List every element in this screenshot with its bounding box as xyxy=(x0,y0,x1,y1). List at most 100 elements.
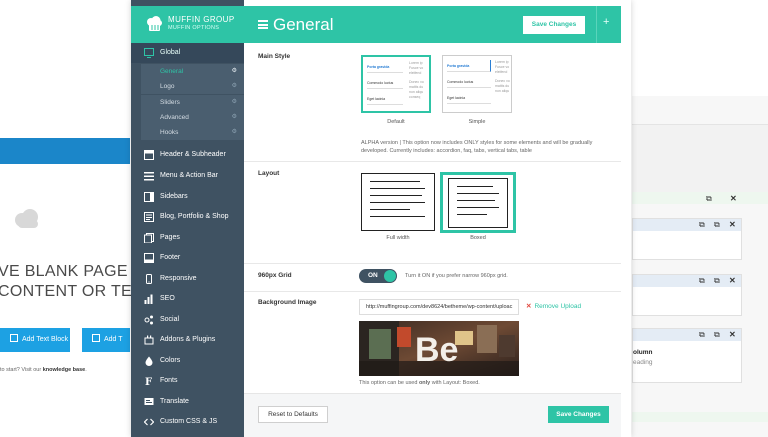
mini-tab-item: Eget lacinia xyxy=(447,92,491,104)
background-image-url-input[interactable]: http://muffingroup.com/dev8624/betheme/w… xyxy=(359,299,519,315)
layout-caption-full-width: Full width xyxy=(386,235,410,241)
theme-options-panel: MUFFIN GROUP MUFFIN OPTIONS Global Gener… xyxy=(131,0,631,437)
brand-title: MUFFIN GROUP xyxy=(168,15,235,24)
sidebar-icon xyxy=(144,192,154,202)
footer-icon xyxy=(144,253,154,263)
window-icon xyxy=(144,48,154,58)
sidebar-item-label: Global xyxy=(160,49,181,56)
sidebar-item-social[interactable]: Social xyxy=(131,310,244,330)
sidebar-item-sidebars[interactable]: Sidebars xyxy=(131,187,244,207)
options-sidebar: MUFFIN GROUP MUFFIN OPTIONS Global Gener… xyxy=(131,0,244,437)
builder-row-bg xyxy=(632,124,768,192)
sidebar-subitem-sliders[interactable]: Sliders ⚙ xyxy=(141,95,244,110)
layout-option-boxed[interactable] xyxy=(440,172,516,233)
copy-icon[interactable]: ⧉ xyxy=(714,276,720,286)
edit-icon[interactable]: ⧉ xyxy=(699,330,705,340)
grid-toggle[interactable]: ON xyxy=(359,269,397,283)
layout-option-full-width[interactable] xyxy=(361,173,435,231)
builder-row-strip xyxy=(632,412,768,422)
gear-icon: ⚙ xyxy=(231,129,237,135)
text-block-icon xyxy=(10,334,18,342)
column-subtitle: eading xyxy=(633,359,653,366)
sidebar-subitem-general[interactable]: General ⚙ xyxy=(141,64,244,79)
header-icon xyxy=(144,150,154,160)
gear-icon: ⚙ xyxy=(231,68,237,74)
builder-row-strip xyxy=(632,192,768,204)
plugin-icon xyxy=(144,335,154,345)
sidebar-item-pages[interactable]: Pages xyxy=(131,228,244,248)
pages-icon xyxy=(144,233,154,243)
plus-icon[interactable]: + xyxy=(603,16,609,28)
add-text-block-button[interactable]: Add Text Block xyxy=(0,328,70,352)
options-header: General Save Changes + xyxy=(244,6,621,43)
style-caption-simple: Simple xyxy=(468,119,486,125)
template-icon xyxy=(92,334,100,342)
close-icon[interactable]: ✕ xyxy=(729,330,736,340)
builder-top-bar xyxy=(0,138,130,164)
background-image-preview: Be xyxy=(359,321,519,376)
edit-icon[interactable]: ⧉ xyxy=(699,276,705,286)
sidebar-item-global[interactable]: Global xyxy=(131,43,244,63)
sidebar-item-fonts[interactable]: F Fonts xyxy=(131,371,244,391)
headline-line-1: VE BLANK PAGE xyxy=(0,263,128,280)
header-divider xyxy=(596,6,597,43)
sidebar-item-colors[interactable]: Colors xyxy=(131,351,244,371)
sidebar-item-blog-portfolio-shop[interactable]: Blog, Portfolio & Shop xyxy=(131,207,244,227)
style-option-default[interactable]: Porta gravida Commodo luctus Eget lacini… xyxy=(361,55,431,113)
sidebar-item-addons-plugins[interactable]: Addons & Plugins xyxy=(131,330,244,350)
column-header xyxy=(633,219,741,231)
copy-icon[interactable]: ⧉ xyxy=(706,194,712,204)
mini-tab-item: Commodo luctus xyxy=(367,77,403,89)
style-option-simple[interactable]: Porta gravida Commodo luctus Eget lacini… xyxy=(442,55,512,113)
sidebar-subitem-logo[interactable]: Logo ⚙ xyxy=(141,79,244,94)
hamburger-icon[interactable] xyxy=(258,20,268,29)
grid-label: 960px Grid xyxy=(258,272,292,279)
layout-caption-boxed: Boxed xyxy=(470,235,486,241)
section-divider xyxy=(244,263,621,264)
sidebar-item-menu-action-bar[interactable]: Menu & Action Bar xyxy=(131,166,244,186)
knowledge-base-link[interactable]: knowledge base xyxy=(43,367,86,373)
builder-column: ⧉ ⧉ ✕ xyxy=(632,274,742,316)
palette-icon xyxy=(145,356,153,366)
gear-icon: ⚙ xyxy=(231,83,237,89)
reset-to-defaults-button[interactable]: Reset to Defaults xyxy=(258,406,328,423)
headline-line-2: CONTENT OR TEM xyxy=(0,283,146,300)
grid-help: Turn it ON if you prefer narrow 960px gr… xyxy=(405,273,508,279)
blog-icon xyxy=(144,212,154,222)
add-template-button[interactable]: Add T xyxy=(82,328,130,352)
remove-icon: ✕ xyxy=(526,303,532,310)
copy-icon[interactable]: ⧉ xyxy=(714,220,720,230)
sidebar-subitem-advanced[interactable]: Advanced ⚙ xyxy=(141,110,244,125)
edit-icon[interactable]: ⧉ xyxy=(699,220,705,230)
svg-text:F: F xyxy=(145,377,152,386)
toggle-knob xyxy=(384,270,396,282)
mini-tab-item: Eget lacinia xyxy=(367,93,403,105)
builder-column: ⧉ ⧉ ✕ xyxy=(632,218,742,260)
sidebar-item-custom-css-js[interactable]: Custom CSS & JS xyxy=(131,412,244,432)
close-icon[interactable]: ✕ xyxy=(729,276,736,286)
sidebar-subitem-hooks[interactable]: Hooks ⚙ xyxy=(141,125,244,140)
sidebar-item-translate[interactable]: Translate xyxy=(131,392,244,412)
close-icon[interactable]: ✕ xyxy=(730,194,737,204)
copy-icon[interactable]: ⧉ xyxy=(714,330,720,340)
page-title: General xyxy=(273,15,334,34)
close-icon[interactable]: ✕ xyxy=(729,220,736,230)
preview-be-text: Be xyxy=(415,331,458,369)
layout-label: Layout xyxy=(258,170,280,177)
sidebar-item-responsive[interactable]: Responsive xyxy=(131,269,244,289)
column-title: olumn xyxy=(633,349,653,356)
sidebar-item-footer[interactable]: Footer xyxy=(131,248,244,268)
save-changes-button[interactable]: Save Changes xyxy=(548,406,609,423)
empty-page-headline: VE BLANK PAGE CONTENT OR TEM xyxy=(0,262,146,302)
responsive-icon xyxy=(146,274,152,284)
remove-upload-button[interactable]: ✕ Remove Upload xyxy=(526,302,581,310)
column-header xyxy=(633,275,741,287)
options-footer: Reset to Defaults Save Changes xyxy=(244,393,621,437)
sidebar-item-seo[interactable]: SEO xyxy=(131,289,244,309)
muffin-logo-icon xyxy=(147,16,162,31)
options-content: Main Style Porta gravida Commodo luctus … xyxy=(244,43,621,437)
save-changes-button-top[interactable]: Save Changes xyxy=(523,16,585,34)
sidebar-item-header-subheader[interactable]: Header & Subheader xyxy=(131,145,244,165)
font-icon: F xyxy=(145,377,152,386)
builder-column: ⧉ ⧉ ✕ olumn eading xyxy=(632,328,742,383)
